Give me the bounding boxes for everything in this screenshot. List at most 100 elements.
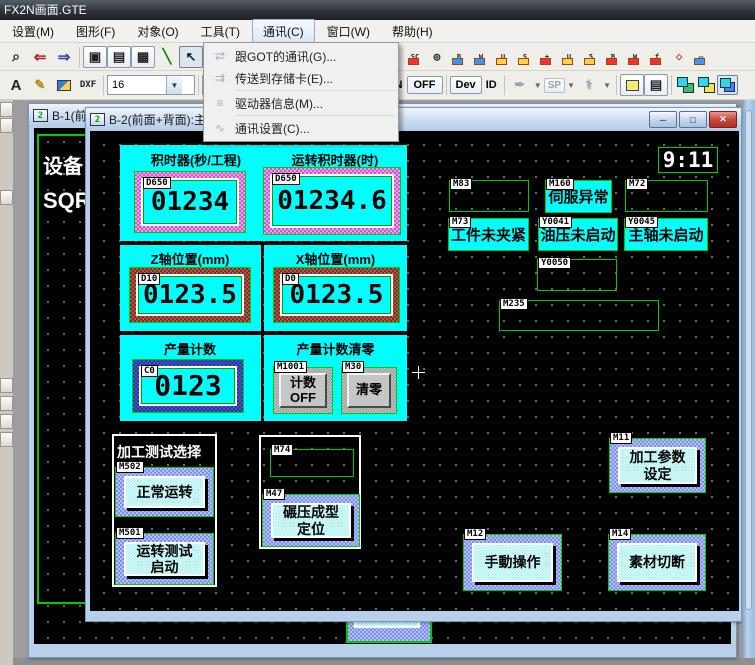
z-axis-panel[interactable]: Z轴位置(mm) D10 0123.5 xyxy=(120,245,261,331)
window-preview-icon[interactable] xyxy=(620,74,644,96)
vertical-scrollbar[interactable] xyxy=(742,100,755,658)
id-button[interactable]: ID xyxy=(482,77,501,93)
timers-panel[interactable]: 积时器(秒/工程) 运转积时器(时) D650 01234 D650 01234… xyxy=(120,145,407,241)
left-tool-button[interactable] xyxy=(0,190,13,205)
m74-indicator-box[interactable]: M74 xyxy=(270,449,354,477)
b1-text-sqr[interactable]: SQR xyxy=(43,188,91,214)
zoom-icon[interactable]: ⌕ xyxy=(4,46,28,68)
restore-button[interactable]: □ xyxy=(679,111,707,128)
forward-arrow-icon[interactable]: ⇒ xyxy=(52,46,76,68)
minimize-button[interactable]: ─ xyxy=(649,111,677,128)
level-display-icon[interactable]: ▭ xyxy=(690,46,712,67)
device-button[interactable]: Dev xyxy=(450,76,482,94)
menu-window[interactable]: 窗口(W) xyxy=(317,20,380,43)
dxf-import-icon[interactable]: DXF xyxy=(76,74,100,96)
chevron-down-icon[interactable]: ▼ xyxy=(532,81,544,90)
lamp-area-icon[interactable]: S xyxy=(514,46,536,67)
view-back-icon[interactable] xyxy=(717,75,738,95)
m235-indicator-box[interactable]: M235 xyxy=(499,300,659,331)
word-comment-icon[interactable]: 5 xyxy=(580,46,602,67)
count-reset-panel[interactable]: 产量计数清零 M1001 计数 OFF M30 清零 xyxy=(264,335,407,421)
back-arrow-icon[interactable]: ⇐ xyxy=(28,46,52,68)
menu-item-transfer-memory-card[interactable]: ⇉ 传送到存储卡(E)... xyxy=(205,67,397,89)
clock-display-icon[interactable]: ⊕ xyxy=(426,46,448,67)
roll-forming-box[interactable]: M74 M47 碾压成型 定位 xyxy=(259,435,361,549)
menu-item-comm-settings[interactable]: ∿ 通讯设置(C)... xyxy=(205,117,397,139)
parts-move-icon[interactable]: f xyxy=(646,46,668,67)
b2-canvas[interactable]: 9:11 积时器(秒/工程) 运转积时器(时) D650 01234 D650 … xyxy=(90,131,739,611)
left-tool-button[interactable] xyxy=(0,414,13,429)
menu-tools[interactable]: 工具(T) xyxy=(191,20,250,43)
menu-item-got-comm[interactable]: ⇄ 跟GOT的通讯(G)... xyxy=(205,45,397,67)
view-front-icon[interactable] xyxy=(675,75,696,95)
scrollbar-track[interactable] xyxy=(745,110,752,610)
fill-bucket-icon[interactable]: ⚕ xyxy=(577,74,601,96)
sp-button[interactable]: SP xyxy=(544,78,565,93)
left-tool-button[interactable] xyxy=(0,118,13,133)
left-tool-button[interactable] xyxy=(0,102,13,117)
timer-display[interactable]: D650 01234 xyxy=(134,171,246,233)
run-test-start-button[interactable]: M501 运转测试 启动 xyxy=(115,533,214,585)
menu-settings[interactable]: 设置(M) xyxy=(2,20,64,43)
count-off-button[interactable]: M1001 计数 OFF xyxy=(273,367,333,414)
select-cursor-icon[interactable]: ↖ xyxy=(179,46,203,68)
ascii-input-icon[interactable]: SC xyxy=(404,46,426,67)
state-off-button[interactable]: OFF xyxy=(407,76,443,94)
count-clear-button[interactable]: M30 清零 xyxy=(341,367,397,414)
run-timer-display[interactable]: D650 01234.6 xyxy=(263,167,401,235)
x-axis-panel[interactable]: X轴位置(mm) D0 0123.5 xyxy=(264,245,407,331)
material-cut-button[interactable]: M14 素材切断 xyxy=(608,534,706,591)
parts-display-b-icon[interactable]: B xyxy=(602,46,624,67)
servo-alarm-indicator[interactable]: M160 伺服异常 xyxy=(545,180,612,213)
view-front-back-icon[interactable] xyxy=(696,75,717,95)
draw-line-icon[interactable]: ╲ xyxy=(155,46,179,68)
text-tool-icon[interactable]: A xyxy=(4,74,28,96)
menu-help[interactable]: 帮助(H) xyxy=(382,20,443,43)
parts-display-w-icon[interactable]: W xyxy=(624,46,646,67)
pen-color-icon[interactable]: ✒ xyxy=(508,74,532,96)
process-param-button[interactable]: M11 加工参数 设定 xyxy=(609,438,706,493)
touch-key-icon[interactable]: + xyxy=(536,46,558,67)
image-tool-icon[interactable] xyxy=(52,74,76,96)
spindle-alarm-indicator[interactable]: Y0045 主轴未启动 xyxy=(624,218,708,251)
left-tool-button[interactable] xyxy=(0,378,13,393)
m72-indicator-box[interactable]: M72 xyxy=(625,180,708,212)
left-tool-button[interactable] xyxy=(0,432,13,447)
window-list-icon[interactable]: ▤ xyxy=(644,74,668,96)
b1-text-device[interactable]: 设备 xyxy=(43,150,83,179)
font-size-combobox[interactable]: 16 ▼ xyxy=(107,75,195,95)
screen-switch-icon[interactable]: ▣ xyxy=(83,46,107,68)
count-display[interactable]: C0 0123 xyxy=(132,359,244,413)
window-b2[interactable]: 2 B-2(前面+背面):主 ─ □ ✕ 9:11 积时器(秒/工程) 运转积时… xyxy=(85,107,742,622)
chevron-down-icon[interactable]: ▼ xyxy=(565,81,577,90)
comment-display-w-icon[interactable]: W xyxy=(470,46,492,67)
clock-display[interactable]: 9:11 xyxy=(658,147,718,173)
chevron-down-icon[interactable]: ▼ xyxy=(166,76,182,94)
x-axis-display[interactable]: D0 0123.5 xyxy=(273,267,400,323)
roll-forming-position-button[interactable]: M47 碾压成型 定位 xyxy=(262,494,360,547)
lamp-display-icon[interactable]: U xyxy=(492,46,514,67)
window-b2-titlebar[interactable]: 2 B-2(前面+背面):主 ─ □ ✕ xyxy=(86,108,741,131)
test-select-box[interactable]: 加工测试选择 M502 正常运转 M501 运转测试 启动 xyxy=(112,434,217,587)
clamp-alarm-indicator[interactable]: M73 工件未夹紧 xyxy=(448,218,529,251)
menu-item-drive-info[interactable]: ≡ 驱动器信息(M)... xyxy=(205,92,397,114)
menu-object[interactable]: 对象(O) xyxy=(127,20,188,43)
word-lamp-icon[interactable]: U xyxy=(558,46,580,67)
count-panel[interactable]: 产量计数 C0 0123 xyxy=(120,335,261,421)
y0050-indicator-box[interactable]: Y0050 xyxy=(537,259,617,291)
menu-communication[interactable]: 通讯(C) xyxy=(252,19,315,44)
comment-display-b-icon[interactable]: B xyxy=(448,46,470,67)
manual-operation-button[interactable]: M12 手動操作 xyxy=(463,534,562,591)
normal-run-button[interactable]: M502 正常运转 xyxy=(115,467,214,517)
panel-meter-icon[interactable]: ◇ xyxy=(668,46,690,67)
screen-list-icon[interactable]: ▤ xyxy=(107,46,131,68)
m83-indicator-box[interactable]: M83 xyxy=(449,180,529,212)
chevron-down-icon[interactable]: ▼ xyxy=(601,81,613,90)
hydraulic-alarm-indicator[interactable]: Y0041 油压未启动 xyxy=(538,218,618,251)
menu-figure[interactable]: 图形(F) xyxy=(66,20,125,43)
left-tool-button[interactable] xyxy=(0,396,13,411)
paint-brush-icon[interactable]: ✎ xyxy=(28,74,52,96)
close-button[interactable]: ✕ xyxy=(709,111,737,128)
z-axis-display[interactable]: D10 0123.5 xyxy=(129,267,251,323)
layers-icon[interactable]: ▦ xyxy=(131,46,155,68)
